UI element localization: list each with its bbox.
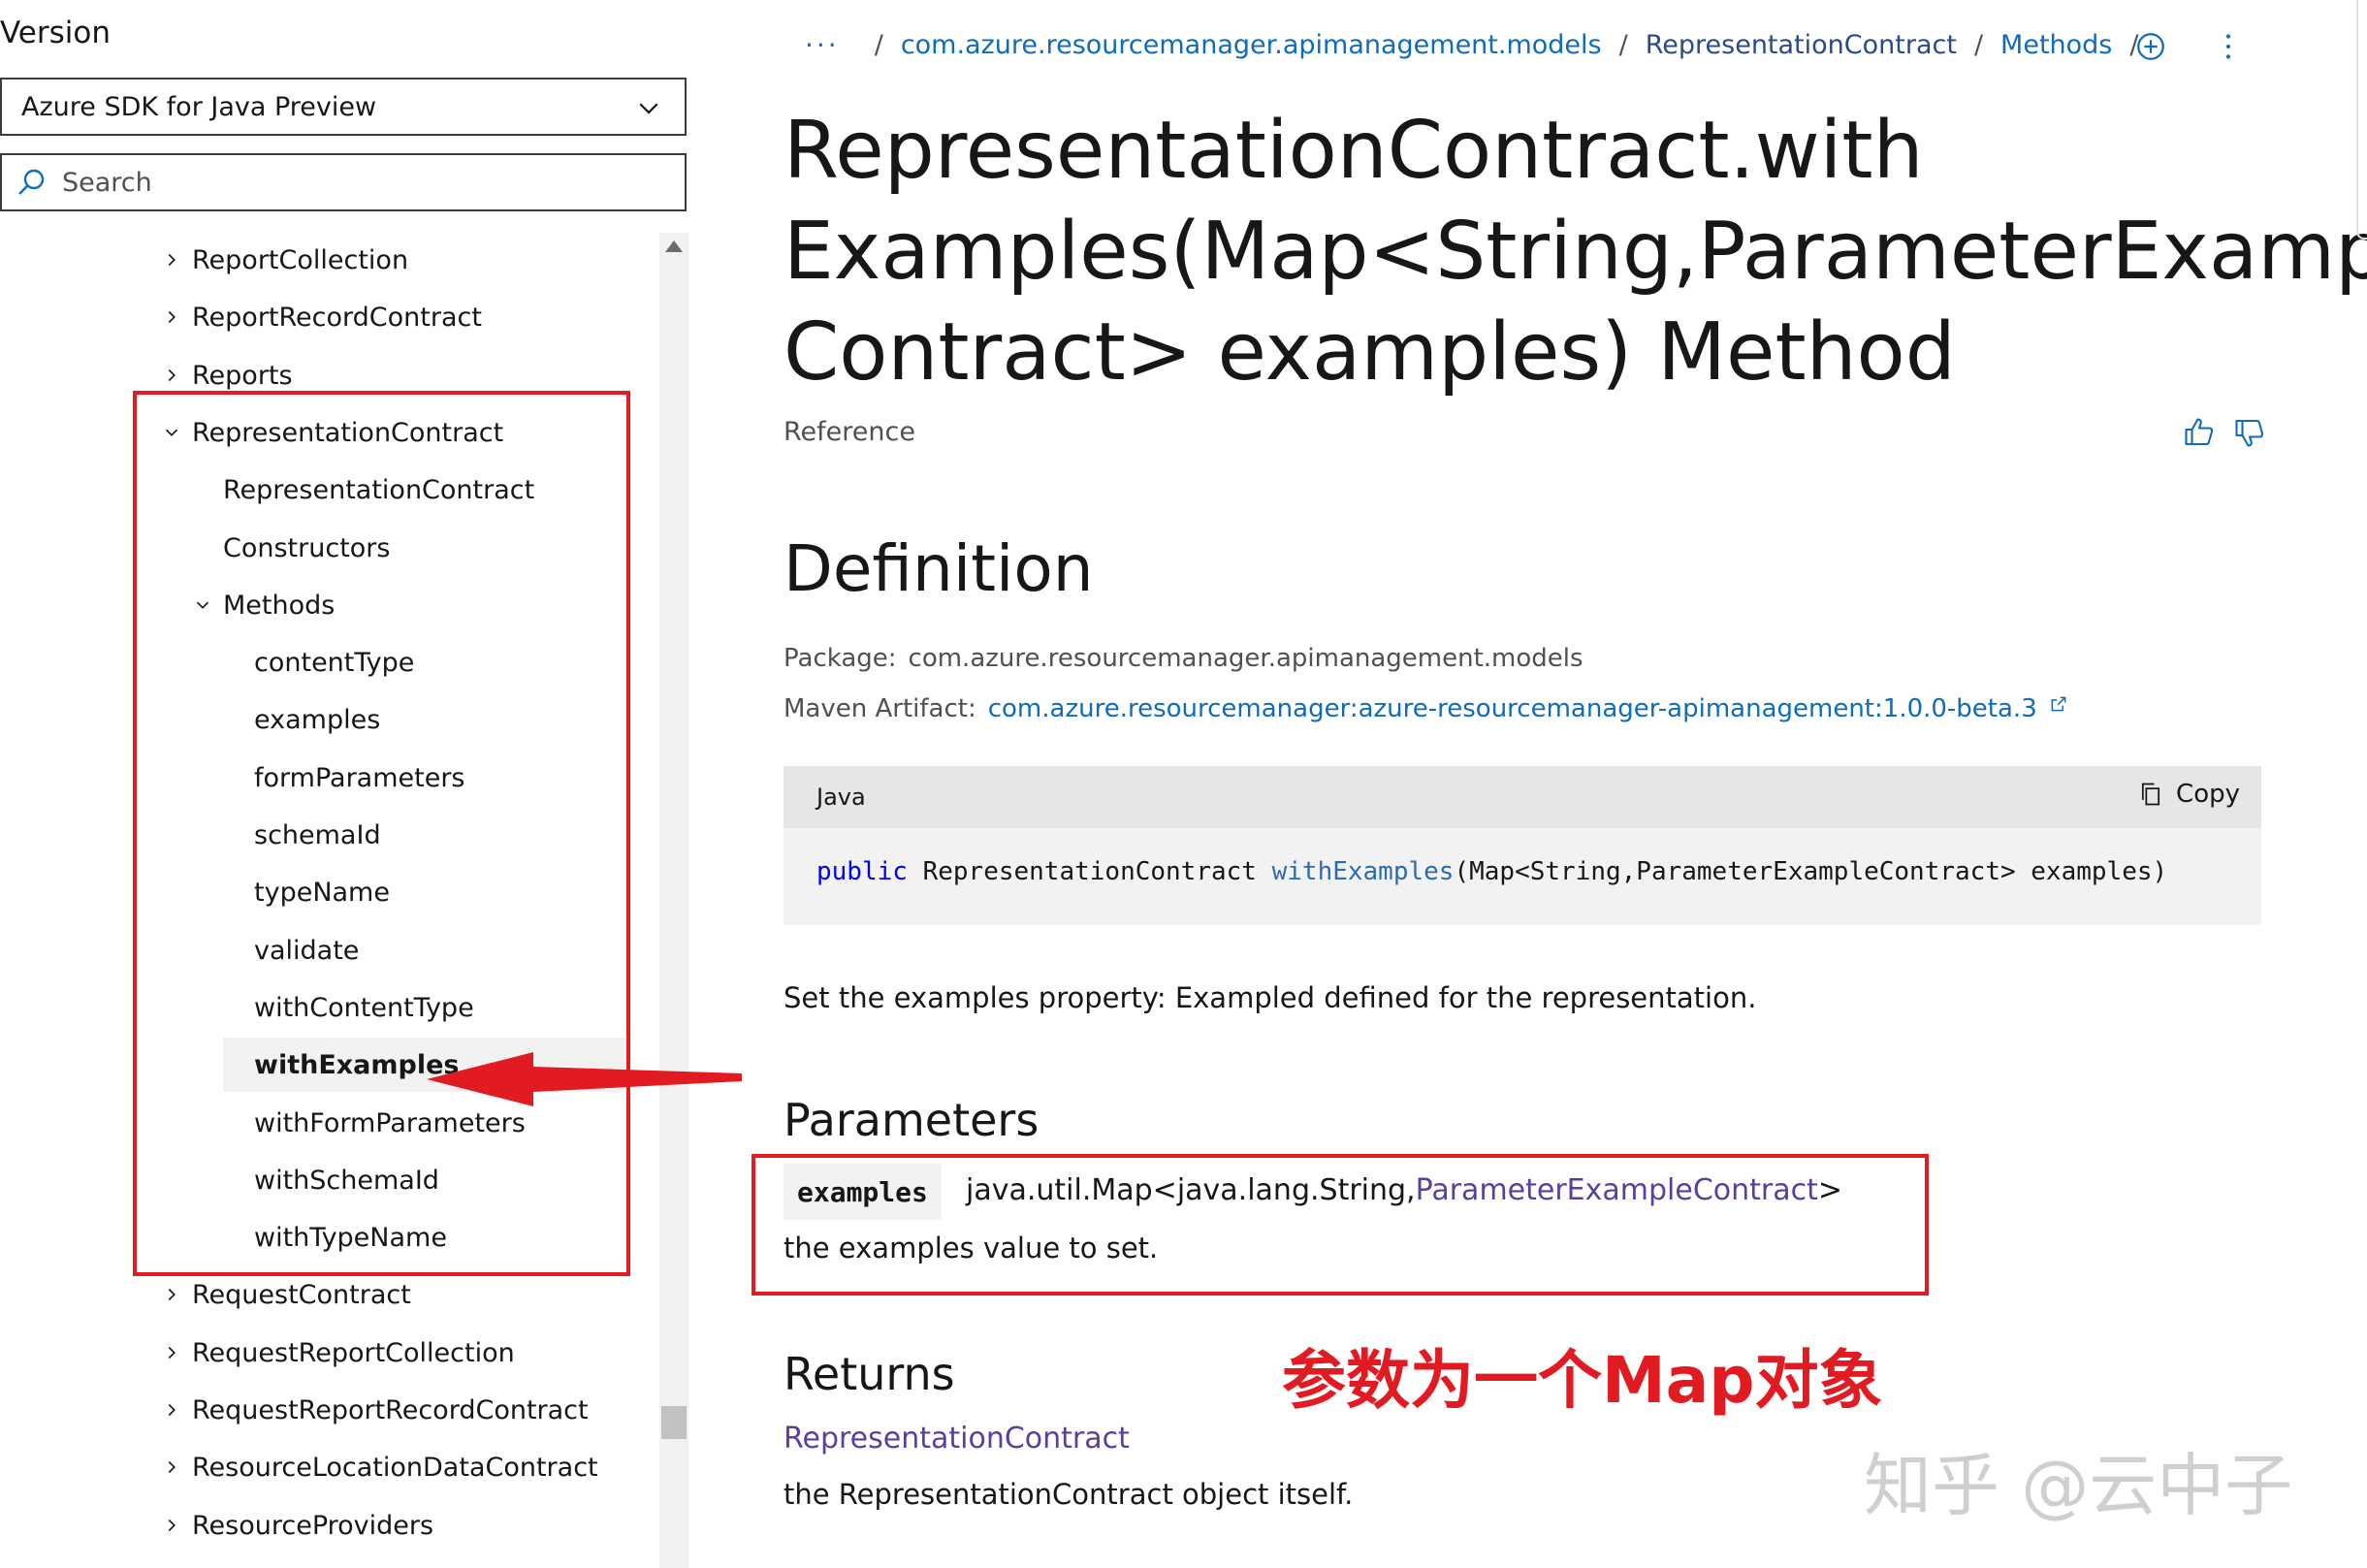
returns-heading: Returns (784, 1348, 955, 1400)
breadcrumb-item-package[interactable]: com.azure.resourcemanager.apimanagement.… (901, 30, 1602, 60)
maven-label: Maven Artifact: (784, 694, 976, 723)
annotation-text: 参数为一个Map对象 (1282, 1343, 1883, 1418)
toc-item-label: RequestReportCollection (192, 1337, 515, 1368)
toc-item-label: RequestContract (192, 1279, 411, 1310)
version-label: Version (0, 16, 111, 50)
search-placeholder: Search (62, 167, 152, 198)
code-signature: public RepresentationContract withExampl… (816, 857, 2167, 886)
right-edge-panel (2356, 0, 2367, 240)
chevron-right-icon[interactable] (161, 1456, 182, 1478)
more-vertical-icon[interactable] (2211, 29, 2246, 64)
code-params: (Map<String,ParameterExampleContract> ex… (1454, 857, 2168, 886)
toc-item[interactable]: ReportRecordContract (161, 290, 482, 344)
page-title-line: Contract> examples) Method (784, 306, 1956, 399)
parameters-highlight-box (752, 1154, 1929, 1296)
return-description: the RepresentationContract object itself… (784, 1478, 1354, 1511)
copy-button[interactable]: Copy (2137, 780, 2240, 809)
scroll-up-arrow-icon[interactable] (665, 240, 683, 252)
chevron-right-icon[interactable] (161, 306, 182, 328)
chevron-right-icon[interactable] (161, 365, 182, 386)
reference-label: Reference (784, 417, 915, 447)
version-dropdown[interactable]: Azure SDK for Java Preview (0, 78, 687, 136)
thumbs-up-icon[interactable] (2182, 415, 2217, 450)
toc-item[interactable]: ResourceProviders (161, 1498, 433, 1552)
breadcrumb-overflow-button[interactable]: ··· (805, 29, 840, 61)
return-type-link[interactable]: RepresentationContract (784, 1422, 1130, 1456)
sidebar-highlight-box (133, 391, 630, 1276)
chevron-right-icon[interactable] (161, 1284, 182, 1305)
thumbs-down-icon[interactable] (2232, 415, 2267, 450)
chevron-down-icon (639, 103, 658, 114)
toc-item-label: ResourceLocationDataContract (192, 1452, 598, 1483)
toc-item[interactable]: ResourceLocationDataContract (161, 1440, 598, 1494)
toc-item-label: RequestReportRecordContract (192, 1394, 589, 1425)
chevron-right-icon[interactable] (161, 1342, 182, 1363)
breadcrumb-separator: / (1973, 30, 1984, 60)
copy-label: Copy (2176, 780, 2240, 809)
chevron-right-icon[interactable] (161, 1515, 182, 1536)
breadcrumb: ··· / com.azure.resourcemanager.apimanag… (805, 29, 2157, 61)
page-title-line: Examples(Map<String,ParameterExample (784, 206, 2367, 298)
feedback-buttons (2182, 415, 2267, 450)
code-header: Java Copy (784, 766, 2261, 828)
package-row: Package: com.azure.resourcemanager.apiman… (784, 644, 1583, 673)
maven-row: Maven Artifact: com.azure.resourcemanager… (784, 694, 2068, 723)
search-input[interactable]: Search (0, 153, 687, 211)
toc-item[interactable]: RequestReportCollection (161, 1326, 515, 1380)
toc-item-label: ResourceProviders (192, 1510, 434, 1541)
external-link-icon (2051, 696, 2066, 712)
page-title: RepresentationContract.with Examples(Map… (784, 101, 2367, 403)
breadcrumb-item-class[interactable]: RepresentationContract (1646, 30, 1957, 60)
toc-item[interactable]: RequestReportRecordContract (161, 1383, 589, 1437)
code-method-name: withExamples (1271, 857, 1455, 886)
parameters-heading: Parameters (784, 1094, 1040, 1146)
chevron-right-icon[interactable] (161, 1399, 182, 1421)
top-actions (2133, 29, 2246, 64)
code-language: Java (816, 784, 866, 811)
chevron-right-icon[interactable] (161, 249, 182, 271)
search-icon (18, 169, 45, 195)
page-title-line: RepresentationContract.with (784, 105, 1924, 197)
breadcrumb-separator: / (874, 30, 883, 60)
breadcrumb-separator: / (1618, 30, 1628, 60)
method-description: Set the examples property: Exampled defi… (784, 981, 1757, 1014)
scrollbar-thumb[interactable] (661, 1406, 687, 1439)
watermark: 知乎 @云中子 (1864, 1446, 2293, 1525)
copy-icon (2142, 783, 2160, 806)
code-keyword: public (816, 857, 908, 886)
package-label: Package: (784, 644, 897, 673)
code-return-type: RepresentationContract (922, 857, 1257, 886)
code-block: Java Copy public RepresentationContract … (784, 766, 2261, 925)
toc-item-label: ReportRecordContract (192, 302, 482, 333)
breadcrumb-item-methods[interactable]: Methods (2000, 30, 2112, 60)
toc-item[interactable]: ReportCollection (161, 233, 408, 287)
maven-artifact-link[interactable]: com.azure.resourcemanager:azure-resource… (988, 694, 2037, 723)
toc-item-label: ReportCollection (192, 244, 409, 275)
definition-heading: Definition (784, 531, 1094, 606)
add-circle-icon[interactable] (2133, 29, 2168, 64)
version-value: Azure SDK for Java Preview (21, 91, 377, 122)
sidebar-scrollbar[interactable] (659, 233, 688, 1568)
pointer-arrow-icon (427, 1052, 742, 1106)
package-value: com.azure.resourcemanager.apimanagement.… (908, 644, 1583, 673)
toc-item-label: Reports (192, 360, 293, 391)
